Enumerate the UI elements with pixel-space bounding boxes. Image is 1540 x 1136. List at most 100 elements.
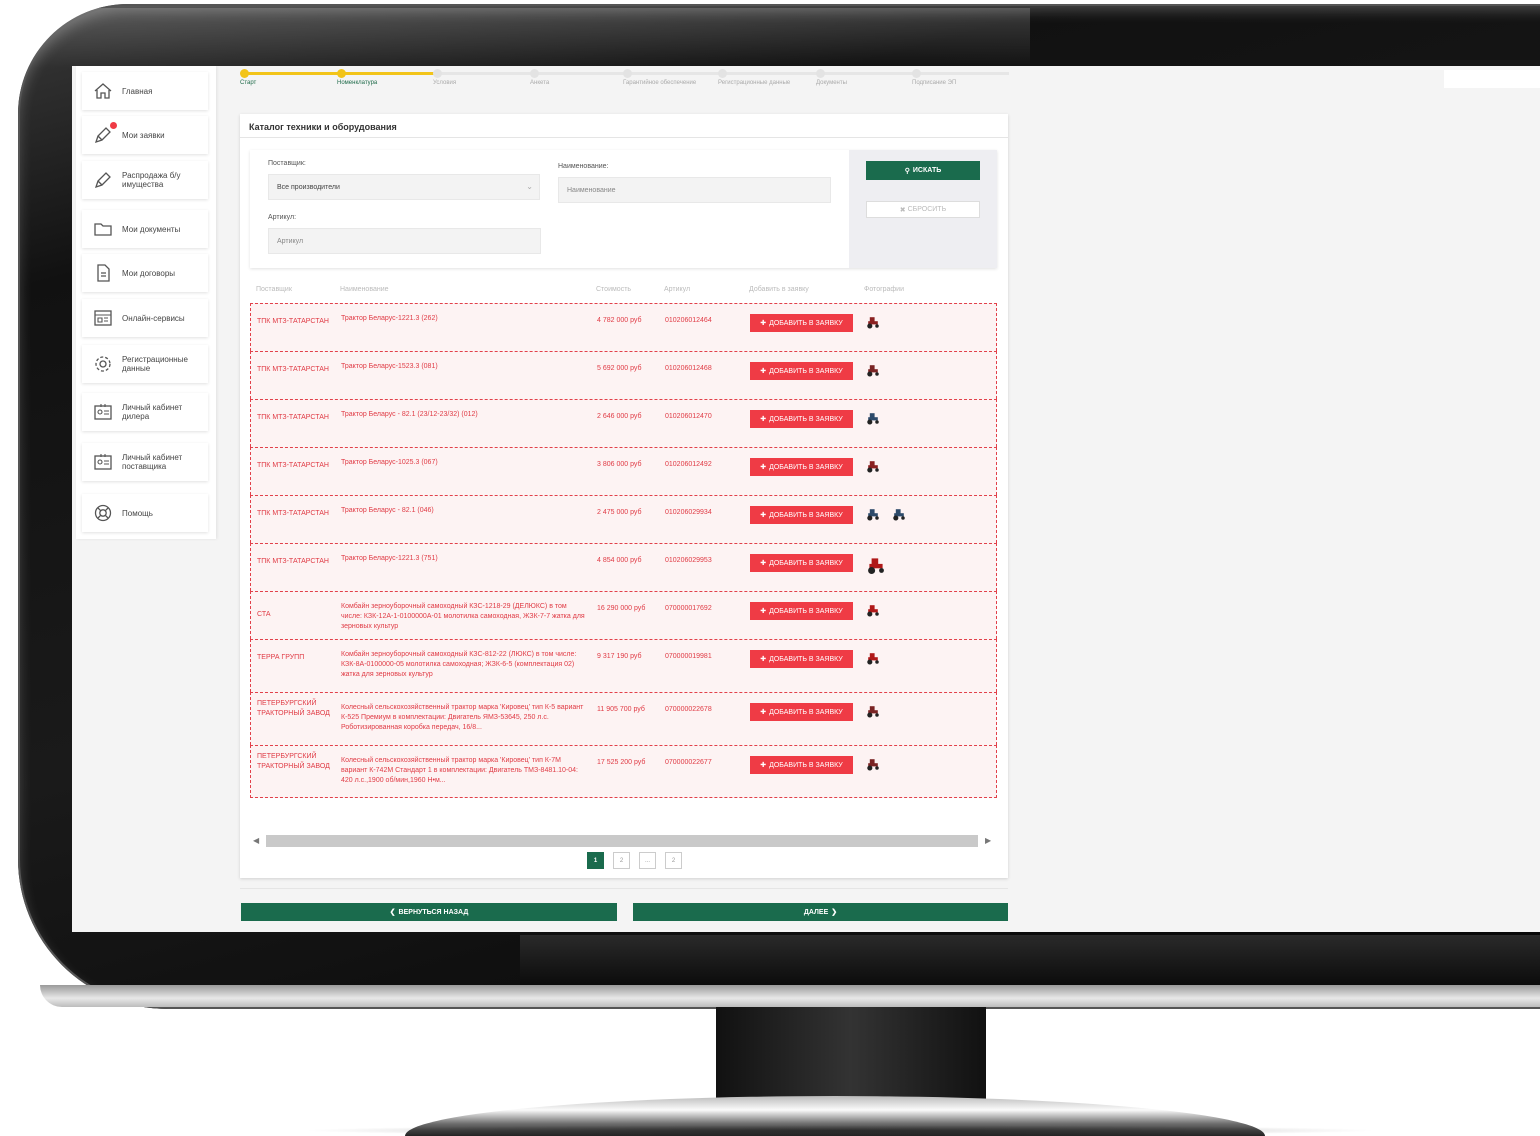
- add-to-request-button[interactable]: ✚ ДОБАВИТЬ В ЗАЯВКУ: [750, 506, 853, 524]
- row-article: 010206012470: [665, 413, 712, 420]
- add-button-label: ДОБАВИТЬ В ЗАЯВКУ: [769, 761, 843, 769]
- step-label: Анкета: [530, 80, 550, 86]
- page-button[interactable]: ...: [639, 852, 656, 869]
- horizontal-scrollbar[interactable]: ◀ ▶: [250, 834, 997, 848]
- row-name[interactable]: Трактор Беларус - 82.1 (046): [341, 506, 589, 516]
- row-supplier: ТПК МТЗ-ТАТАРСТАН: [257, 510, 329, 517]
- row-price: 4 782 000 руб: [597, 317, 642, 324]
- add-to-request-button[interactable]: ✚ ДОБАВИТЬ В ЗАЯВКУ: [750, 554, 853, 572]
- sidebar-item-7[interactable]: Регистрационные данные: [82, 345, 208, 383]
- row-name[interactable]: Трактор Беларус-1025.3 (067): [341, 458, 589, 468]
- tractor-photo-thumbnail[interactable]: [865, 554, 887, 581]
- next-button[interactable]: ДАЛЕЕ ❯: [633, 903, 1008, 921]
- add-button-label: ДОБАВИТЬ В ЗАЯВКУ: [769, 319, 843, 327]
- add-to-request-button[interactable]: ✚ ДОБАВИТЬ В ЗАЯВКУ: [750, 650, 853, 668]
- page-button[interactable]: 2: [613, 852, 630, 869]
- col-article[interactable]: Артикул: [664, 286, 690, 293]
- row-photos: [865, 458, 881, 479]
- add-to-request-button[interactable]: ✚ ДОБАВИТЬ В ЗАЯВКУ: [750, 602, 853, 620]
- col-supplier[interactable]: Поставщик: [256, 286, 292, 293]
- row-name[interactable]: Комбайн зерноуборочный самоходный КЗС-12…: [341, 602, 589, 632]
- row-name[interactable]: Трактор Беларус-1523.3 (081): [341, 362, 589, 372]
- row-name[interactable]: Колесный сельскохозяйственный трактор ма…: [341, 703, 589, 733]
- catalog-title: Каталог техники и оборудования: [240, 114, 1008, 138]
- table-row: ТПК МТЗ-ТАТАРСТАН Трактор Беларус-1221.3 …: [250, 303, 997, 351]
- sidebar-item-9[interactable]: Личный кабинет поставщика: [82, 443, 208, 481]
- tractor-photo-thumbnail[interactable]: [865, 650, 881, 671]
- tractor-photo-thumbnail[interactable]: [865, 362, 881, 383]
- tractor-photo-thumbnail[interactable]: [865, 703, 881, 724]
- sidebar-item-label: Мои заявки: [122, 130, 165, 140]
- row-supplier: ПЕТЕРБУРГСКИЙ ТРАКТОРНЫЙ ЗАВОД: [257, 700, 330, 717]
- plus-icon: ✚: [760, 762, 767, 769]
- row-name[interactable]: Колесный сельскохозяйственный трактор ма…: [341, 756, 589, 786]
- name-input[interactable]: Наименование: [558, 177, 831, 203]
- scrollbar-thumb[interactable]: [266, 835, 978, 847]
- name-label: Наименование:: [558, 163, 609, 170]
- tractor-photo-thumbnail[interactable]: [865, 458, 881, 479]
- next-button-label: ДАЛЕЕ: [803, 908, 829, 916]
- sidebar-item-8[interactable]: Личный кабинет дилера: [82, 393, 208, 431]
- scroll-left-icon[interactable]: ◀: [253, 836, 259, 845]
- catalog-table: ТПК МТЗ-ТАТАРСТАН Трактор Беларус-1221.3 …: [250, 303, 997, 798]
- table-row: ТПК МТЗ-ТАТАРСТАН Трактор Беларус-1523.3 …: [250, 351, 997, 399]
- step-dot: [433, 69, 442, 78]
- step-label: Номенклатура: [337, 80, 378, 86]
- back-button[interactable]: ❮ ВЕРНУТЬСЯ НАЗАД: [241, 903, 617, 921]
- sidebar-item-2[interactable]: Мои заявки: [82, 116, 208, 154]
- add-to-request-button[interactable]: ✚ ДОБАВИТЬ В ЗАЯВКУ: [750, 756, 853, 774]
- page-button[interactable]: 1: [587, 852, 604, 869]
- reset-button[interactable]: ✖ СБРОСИТЬ: [866, 201, 980, 218]
- gear-icon: [92, 353, 114, 375]
- col-price[interactable]: Стоимость: [596, 286, 631, 293]
- row-photos: [865, 703, 881, 724]
- row-price: 11 905 700 руб: [597, 706, 645, 713]
- row-article: 010206029953: [665, 557, 712, 564]
- row-name[interactable]: Трактор Беларус-1221.3 (751): [341, 554, 589, 564]
- row-price: 5 692 000 руб: [597, 365, 642, 372]
- table-row: ТПК МТЗ-ТАТАРСТАН Трактор Беларус - 82.1 …: [250, 399, 997, 447]
- row-photos: [865, 554, 887, 581]
- tractor-photo-thumbnail[interactable]: [865, 410, 881, 431]
- col-name[interactable]: Наименование: [340, 286, 389, 293]
- row-photos: [865, 756, 881, 777]
- article-input[interactable]: Артикул: [268, 228, 541, 254]
- lifebuoy-icon: [92, 502, 114, 524]
- tractor-photo-thumbnail[interactable]: [865, 602, 881, 623]
- supplier-select-value: Все производители: [277, 184, 340, 191]
- row-name[interactable]: Трактор Беларус-1221.3 (262): [341, 314, 589, 324]
- add-button-label: ДОБАВИТЬ В ЗАЯВКУ: [769, 708, 843, 716]
- tractor-photo-thumbnail[interactable]: [865, 756, 881, 777]
- notification-badge: [110, 122, 117, 129]
- add-to-request-button[interactable]: ✚ ДОБАВИТЬ В ЗАЯВКУ: [750, 410, 853, 428]
- sidebar-item-1[interactable]: Главная: [82, 72, 208, 110]
- scroll-right-icon[interactable]: ▶: [985, 836, 991, 845]
- table-row: ТПК МТЗ-ТАТАРСТАН Трактор Беларус-1221.3 …: [250, 543, 997, 591]
- sidebar-item-10[interactable]: Помощь: [82, 494, 208, 532]
- sidebar-item-label: Онлайн-сервисы: [122, 313, 185, 323]
- row-name[interactable]: Комбайн зерноуборочный самоходный КЗС-81…: [341, 650, 589, 680]
- tractor-photo-thumbnail[interactable]: [891, 506, 907, 527]
- add-to-request-button[interactable]: ✚ ДОБАВИТЬ В ЗАЯВКУ: [750, 314, 853, 332]
- progress-steps: Старт Номенклатура Условия Анкета Гарантийно…: [240, 68, 1012, 90]
- sidebar-item-label: Мои документы: [122, 224, 181, 234]
- add-to-request-button[interactable]: ✚ ДОБАВИТЬ В ЗАЯВКУ: [750, 362, 853, 380]
- footer-divider: [240, 888, 1008, 889]
- floor-shadow: [300, 1125, 1380, 1136]
- tractor-photo-thumbnail[interactable]: [865, 314, 881, 335]
- sidebar-item-4[interactable]: Мои документы: [82, 210, 208, 248]
- add-to-request-button[interactable]: ✚ ДОБАВИТЬ В ЗАЯВКУ: [750, 458, 853, 476]
- sidebar-item-label: Главная: [122, 86, 153, 96]
- sidebar-item-5[interactable]: Мои договоры: [82, 254, 208, 292]
- tractor-photo-thumbnail[interactable]: [865, 506, 881, 527]
- page-button[interactable]: 2: [665, 852, 682, 869]
- row-name[interactable]: Трактор Беларус - 82.1 (23/12-23/32) (01…: [341, 410, 589, 420]
- add-to-request-button[interactable]: ✚ ДОБАВИТЬ В ЗАЯВКУ: [750, 703, 853, 721]
- search-button[interactable]: ⚲ ИСКАТЬ: [866, 161, 980, 180]
- sidebar-item-3[interactable]: Распродажа б/у имущества: [82, 161, 208, 199]
- table-row: ТПК МТЗ-ТАТАРСТАН Трактор Беларус - 82.1 …: [250, 495, 997, 543]
- filter-panel: Поставщик: Все производители ⌄ Наименова…: [250, 150, 997, 268]
- row-price: 3 806 000 руб: [597, 461, 642, 468]
- sidebar-item-6[interactable]: Онлайн-сервисы: [82, 299, 208, 337]
- supplier-select[interactable]: Все производители ⌄: [268, 174, 540, 200]
